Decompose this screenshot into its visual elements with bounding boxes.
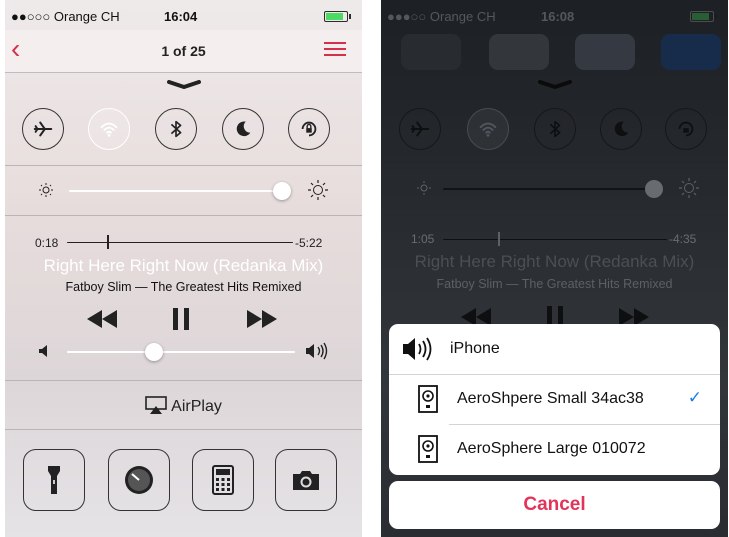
pause-icon[interactable] bbox=[171, 308, 191, 330]
song-title: Right Here Right Now (Redanka Mix) bbox=[43, 256, 324, 275]
calculator-button[interactable] bbox=[192, 449, 254, 511]
flashlight-icon bbox=[48, 466, 60, 494]
elapsed-time: 0:18 bbox=[35, 236, 59, 250]
calculator-icon bbox=[212, 465, 234, 495]
route-label: iPhone bbox=[450, 340, 500, 357]
brightness-slider[interactable] bbox=[69, 190, 291, 192]
speaker-box-icon bbox=[418, 435, 438, 463]
airplane-icon bbox=[33, 121, 53, 137]
control-center-panel: 0:18 -5:22 Right Here Right Now (Redanka… bbox=[5, 72, 362, 537]
timer-icon bbox=[125, 466, 153, 494]
divider bbox=[5, 429, 362, 430]
playback-scrubber[interactable] bbox=[67, 242, 293, 243]
speaker-icon bbox=[403, 337, 432, 361]
brightness-low-icon bbox=[39, 183, 53, 197]
volume-high-icon bbox=[306, 342, 328, 360]
status-bar: ●●○○○ Orange CH 16:04 bbox=[5, 0, 362, 30]
control-center-screen-right: ●●●○○ Orange CH 16:08 1:05 -4:35 Right H… bbox=[381, 0, 728, 537]
remaining-time: -5:22 bbox=[295, 236, 323, 250]
route-label: AeroSphere Large 010072 bbox=[457, 440, 646, 457]
airplay-route-row[interactable]: iPhone bbox=[389, 324, 720, 374]
airplay-route-row[interactable]: AeroShpere Small 34ac38 ✓ bbox=[389, 374, 720, 424]
status-time: 16:04 bbox=[164, 9, 198, 24]
rotation-lock-toggle[interactable] bbox=[288, 108, 330, 150]
list-icon[interactable] bbox=[324, 42, 346, 58]
playback-position-marker[interactable] bbox=[106, 235, 109, 249]
bluetooth-toggle[interactable] bbox=[155, 108, 197, 150]
airplay-label: AirPlay bbox=[171, 398, 222, 415]
artist-album: Fatboy Slim — The Greatest Hits Remixed bbox=[65, 280, 302, 294]
nav-bar: ‹ 1 of 25 bbox=[5, 30, 362, 73]
divider bbox=[5, 215, 362, 216]
do-not-disturb-toggle[interactable] bbox=[222, 108, 264, 150]
camera-button[interactable] bbox=[275, 449, 337, 511]
divider bbox=[5, 380, 362, 381]
airplane-mode-toggle[interactable] bbox=[22, 108, 64, 150]
checkmark-icon: ✓ bbox=[687, 388, 702, 407]
route-label: AeroShpere Small 34ac38 bbox=[457, 390, 644, 407]
fast-forward-icon[interactable] bbox=[247, 310, 277, 328]
control-center-screen-left: ●●○○○ Orange CH 16:04 ‹ 1 of 25 0:18 -5:… bbox=[5, 0, 362, 537]
moon-icon bbox=[236, 121, 251, 137]
toggle-row bbox=[5, 100, 362, 156]
airplay-picker-sheet: iPhone AeroShpere Small 34ac38 ✓ AeroSph… bbox=[389, 324, 720, 475]
airplay-button[interactable]: AirPlay bbox=[5, 396, 362, 416]
volume-low-icon bbox=[39, 345, 47, 357]
cancel-button[interactable]: Cancel bbox=[389, 481, 720, 529]
airplay-route-row[interactable]: AeroSphere Large 010072 bbox=[389, 424, 720, 474]
brightness-high-icon bbox=[308, 180, 328, 200]
flashlight-button[interactable] bbox=[23, 449, 85, 511]
divider bbox=[5, 165, 362, 166]
speaker-box-icon bbox=[418, 385, 438, 413]
airplay-icon bbox=[145, 396, 167, 414]
brightness-slider-knob[interactable] bbox=[273, 182, 292, 200]
timer-button[interactable] bbox=[108, 449, 170, 511]
camera-icon bbox=[293, 471, 319, 490]
bluetooth-icon bbox=[170, 120, 182, 138]
page-counter: 1 of 25 bbox=[161, 43, 206, 59]
rotation-lock-icon bbox=[301, 121, 317, 137]
rewind-icon[interactable] bbox=[87, 310, 117, 328]
volume-slider[interactable] bbox=[67, 351, 295, 353]
carrier-label: ●●○○○ Orange CH bbox=[11, 9, 120, 24]
battery-icon bbox=[324, 11, 351, 22]
wifi-toggle[interactable] bbox=[88, 108, 130, 150]
volume-slider-knob[interactable] bbox=[144, 343, 163, 361]
wifi-icon bbox=[100, 122, 118, 137]
grabber-handle-icon[interactable] bbox=[166, 80, 201, 89]
